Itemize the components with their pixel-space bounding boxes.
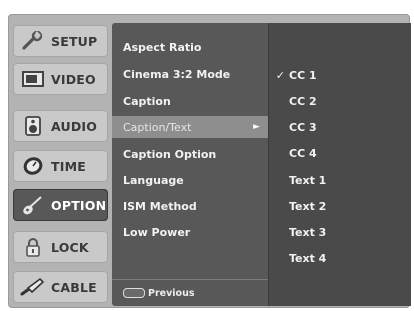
tab-label: SETUP xyxy=(51,33,98,49)
tab-option[interactable]: OPTION xyxy=(13,189,108,221)
speaker-icon xyxy=(19,115,47,137)
menu-item-label: Language xyxy=(123,173,184,187)
menu-item-caption[interactable]: Caption xyxy=(112,90,268,112)
monitor-icon xyxy=(19,68,47,90)
submenu-item-label: CC 3 xyxy=(289,120,317,134)
submenu-item-text1[interactable]: Text 1 xyxy=(269,169,411,191)
menu-item-aspect-ratio[interactable]: Aspect Ratio xyxy=(112,36,268,58)
menu-item-caption-option[interactable]: Caption Option xyxy=(112,143,268,165)
submenu-item-cc4[interactable]: CC 4 xyxy=(269,142,411,164)
category-tabs: SETUP VIDEO AUDIO TIME OPTION LOCK CABLE xyxy=(13,25,108,303)
tab-label: AUDIO xyxy=(51,118,98,134)
tab-label: CABLE xyxy=(51,279,97,295)
submenu-item-label: CC 1 xyxy=(289,68,317,82)
tab-label: LOCK xyxy=(51,239,89,255)
menu-item-cinema-mode[interactable]: Cinema 3:2 Mode xyxy=(112,63,268,85)
tab-audio[interactable]: AUDIO xyxy=(13,110,108,142)
menu-item-low-power[interactable]: Low Power xyxy=(112,221,268,243)
caption-text-submenu: ✓ CC 1 CC 2 CC 3 CC 4 Text 1 Text 2 Text… xyxy=(268,23,411,306)
option-menu: Aspect Ratio Cinema 3:2 Mode Caption Cap… xyxy=(112,23,268,306)
submenu-item-cc3[interactable]: CC 3 xyxy=(269,116,411,138)
menu-item-label: Caption/Text xyxy=(123,120,192,134)
submenu-item-text3[interactable]: Text 3 xyxy=(269,221,411,243)
previous-button[interactable]: Previous xyxy=(123,286,194,300)
submenu-item-label: CC 4 xyxy=(289,146,317,160)
tab-setup[interactable]: SETUP xyxy=(13,25,108,57)
wrench-icon xyxy=(19,30,47,52)
submenu-item-label: Text 4 xyxy=(289,251,327,265)
tab-time[interactable]: TIME xyxy=(13,150,108,182)
menu-item-language[interactable]: Language xyxy=(112,169,268,191)
submenu-item-label: Text 2 xyxy=(289,199,327,213)
submenu-item-label: Text 1 xyxy=(289,173,327,187)
menu-item-label: Aspect Ratio xyxy=(123,40,202,54)
previous-label: Previous xyxy=(148,287,195,299)
menu-item-label: Caption xyxy=(123,94,171,108)
guitar-icon xyxy=(19,194,47,216)
menu-item-label: ISM Method xyxy=(123,199,197,213)
menu-item-label: Cinema 3:2 Mode xyxy=(123,67,231,81)
submenu-item-text2[interactable]: Text 2 xyxy=(269,195,411,217)
menu-divider xyxy=(112,279,268,280)
tab-lock[interactable]: LOCK xyxy=(13,231,108,263)
menu-item-caption-text[interactable]: Caption/Text ► xyxy=(112,116,268,138)
submenu-item-cc1[interactable]: ✓ CC 1 xyxy=(269,64,411,86)
submenu-item-text4[interactable]: Text 4 xyxy=(269,247,411,269)
menu-key-icon xyxy=(123,288,145,298)
tab-video[interactable]: VIDEO xyxy=(13,63,108,95)
submenu-item-cc2[interactable]: CC 2 xyxy=(269,90,411,112)
menu-item-label: Low Power xyxy=(123,225,191,239)
clock-icon xyxy=(19,155,47,177)
tab-label: VIDEO xyxy=(51,71,96,87)
padlock-icon xyxy=(19,236,47,258)
tab-cable[interactable]: CABLE xyxy=(13,271,108,303)
submenu-item-label: CC 2 xyxy=(289,94,317,108)
menu-item-label: Caption Option xyxy=(123,147,217,161)
cable-plug-icon xyxy=(19,276,47,298)
menu-item-ism-method[interactable]: ISM Method xyxy=(112,195,268,217)
tab-label: TIME xyxy=(51,158,86,174)
checkmark-icon: ✓ xyxy=(275,68,285,82)
tab-label: OPTION xyxy=(51,197,107,213)
submenu-arrow-icon: ► xyxy=(253,122,260,132)
submenu-item-label: Text 3 xyxy=(289,225,327,239)
